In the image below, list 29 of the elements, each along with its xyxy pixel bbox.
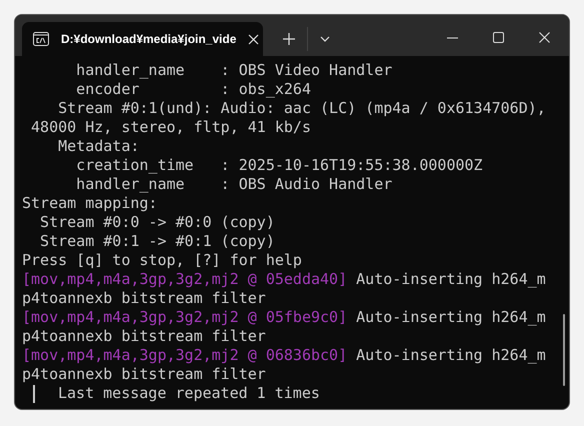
close-icon[interactable]	[539, 32, 550, 43]
tab-title: D:¥download¥media¥join_vide	[61, 32, 236, 46]
console-line: handler_name : OBS Audio Handler	[75, 175, 394, 194]
plus-icon[interactable]	[283, 33, 295, 45]
console-line: [mov,mp4,m4a,3gp,3g2,mj2 @ 06836bc0] Auto-inserting h264_m	[22, 346, 547, 365]
console-line: Stream #0:1 -> #0:1 (copy)	[39, 232, 276, 251]
maximize-icon[interactable]	[493, 32, 504, 43]
scrollbar[interactable]	[563, 314, 565, 386]
text-cursor	[33, 384, 35, 402]
console-line: [mov,mp4,m4a,3gp,3g2,mj2 @ 05fbe9c0] Auto-inserting h264_m	[22, 308, 547, 327]
terminal-icon	[33, 32, 49, 46]
console-line: p4toannexb bitstream filter	[22, 327, 267, 346]
console-line: Stream #0:0 -> #0:0 (copy)	[39, 213, 276, 232]
console-line: p4toannexb bitstream filter	[22, 289, 267, 308]
terminal-tab[interactable]: D:¥download¥media¥join_vide	[22, 22, 263, 56]
close-tab-icon[interactable]	[248, 34, 260, 44]
console-line: handler_name : OBS Video Handler	[75, 61, 394, 80]
console-line: creation_time : 2025-10-16T19:55:38.000000Z	[75, 156, 484, 175]
console-line: [mov,mp4,m4a,3gp,3g2,mj2 @ 05edda40] Auto-inserting h264_m	[22, 270, 547, 289]
chevron-down-icon[interactable]	[320, 36, 330, 42]
console-line: encoder : obs_x264	[75, 80, 312, 99]
console-line: Metadata:	[57, 137, 140, 156]
console-line: p4toannexb bitstream filter	[22, 365, 267, 384]
console-line: Last message repeated 1 times	[58, 384, 320, 403]
console-line: Stream mapping:	[22, 194, 158, 213]
minimize-icon[interactable]	[447, 36, 458, 38]
console-line: Stream #0:1(und): Audio: aac (LC) (mp4a / 0x6134706D),	[57, 99, 547, 118]
console-line: Press [q] to stop, [?] for help	[22, 251, 303, 270]
console-line: 48000 Hz, stereo, fltp, 41 kb/s	[30, 118, 312, 137]
